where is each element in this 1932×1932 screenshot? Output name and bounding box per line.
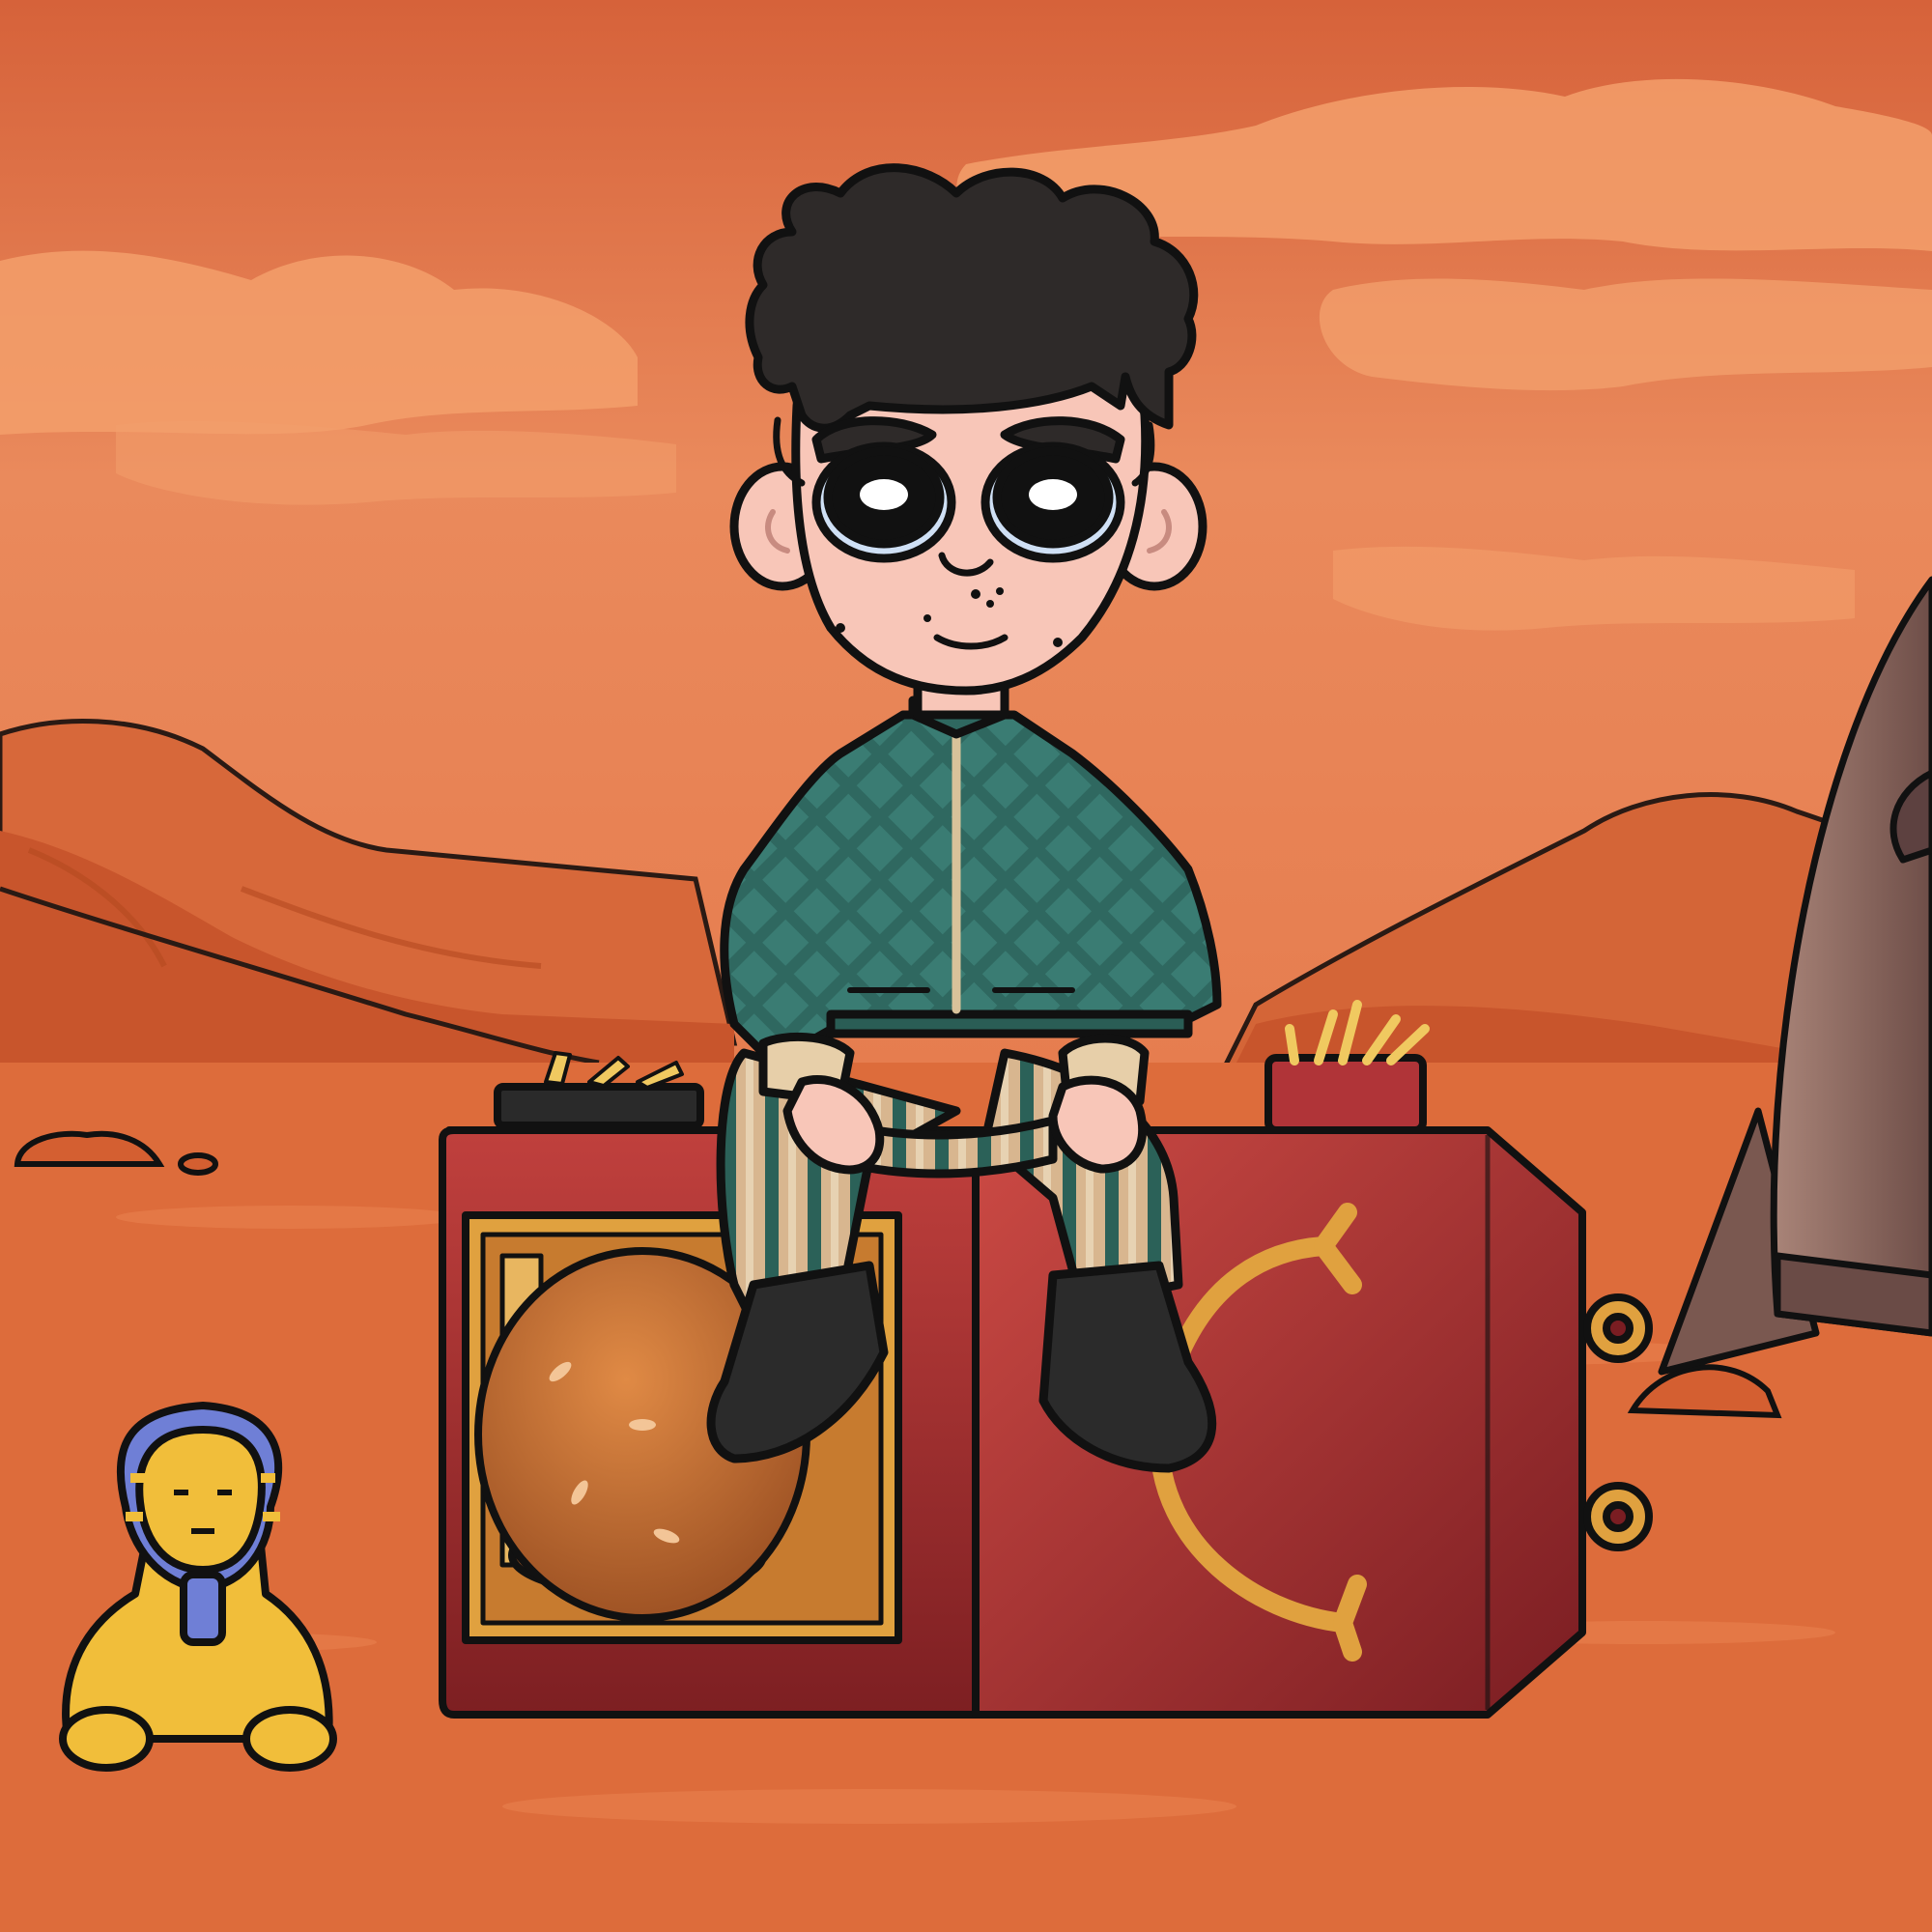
mars-scene <box>0 0 1932 1932</box>
